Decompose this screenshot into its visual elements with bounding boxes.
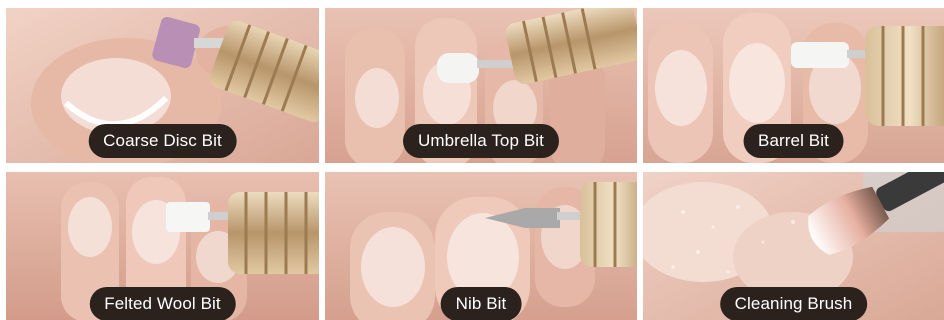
tile-cleaning-brush: Cleaning Brush [643, 172, 944, 320]
caption-felted-wool-bit: Felted Wool Bit [89, 287, 236, 320]
caption-nib-bit: Nib Bit [440, 287, 522, 320]
tile-felted-wool-bit: Felted Wool Bit [6, 172, 319, 320]
product-feature-grid: Coarse Disc Bit Umbrella Top Bit Barrel … [0, 0, 944, 320]
caption-coarse-disc-bit: Coarse Disc Bit [88, 124, 237, 158]
tile-coarse-disc-bit: Coarse Disc Bit [6, 8, 319, 163]
caption-barrel-bit: Barrel Bit [743, 124, 844, 158]
caption-cleaning-brush: Cleaning Brush [719, 287, 868, 320]
tile-barrel-bit: Barrel Bit [643, 8, 944, 163]
caption-umbrella-top-bit: Umbrella Top Bit [402, 124, 560, 158]
tile-nib-bit: Nib Bit [325, 172, 637, 320]
tile-umbrella-top-bit: Umbrella Top Bit [325, 8, 637, 163]
